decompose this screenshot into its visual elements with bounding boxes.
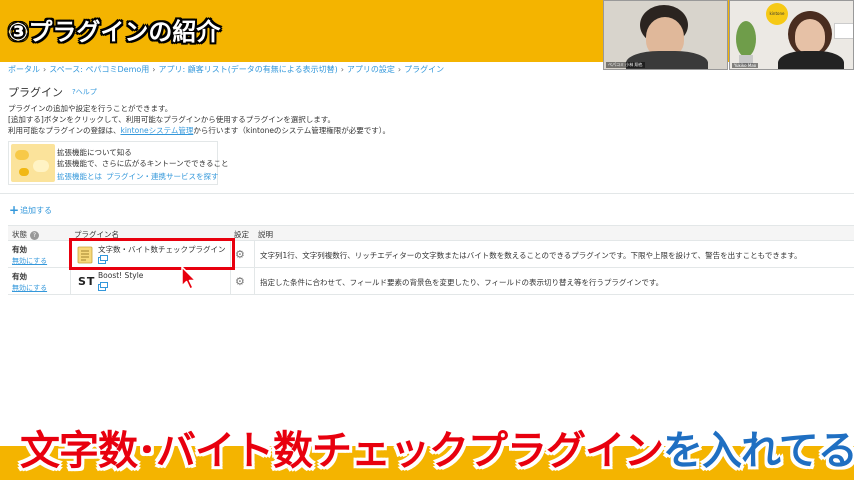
caption-text: 文字数･バイト数チェックプラグインを入れてる [20,418,854,476]
breadcrumb-app[interactable]: アプリ: 顧客リスト(データの有無による表示切替) [158,65,337,74]
gear-icon[interactable]: ⚙ [235,248,245,261]
status-enabled: 有効 [12,272,27,281]
status-enabled: 有効 [12,245,27,254]
breadcrumb-separator: › [43,65,47,74]
header-description: 説明 [258,230,273,239]
breadcrumb-space[interactable]: スペース: ペパコミDemo用 [49,65,149,74]
plugin-description: 指定した条件に合わせて、フィールド要素の背景色を変更したり、フィールドの表示切り… [260,278,664,287]
plant-decoration [736,21,756,57]
person-face [795,19,825,53]
info-text: 拡張機能で、さらに広がるキントーンでできること [57,159,229,168]
breadcrumb: ポータル › スペース: ペパコミDemo用 › アプリ: 顧客リスト(データの有無によ… [8,64,444,75]
header-settings: 設定 [234,230,249,239]
description-line-2: [追加する]ボタンをクリックして、利用可能なプラグインから使用するプラグインを選… [8,115,335,124]
breadcrumb-separator: › [397,65,402,74]
divider [0,193,854,194]
video-tile-right: kintone Yukiko Mao [729,0,854,70]
mouse-cursor-icon [181,266,197,290]
description-text: 利用可能なプラグインの登録は、 [8,126,121,135]
kintone-lamp: kintone [766,3,788,25]
disable-link[interactable]: 無効にする [12,256,47,266]
breadcrumb-portal[interactable]: ポータル [8,65,40,74]
gear-icon[interactable]: ⚙ [235,275,245,288]
extension-info-box: 拡張機能について知る 拡張機能で、さらに広がるキントーンでできること 拡張機能と… [8,141,228,185]
question-icon[interactable]: ? [30,231,39,240]
wall-poster [834,23,853,39]
caption-highlight: 文字数･バイト数チェックプラグイン [20,428,664,474]
external-window-icon[interactable] [98,282,108,291]
person-shirt [778,51,844,69]
disable-link[interactable]: 無効にする [12,283,47,293]
description-line-3: 利用可能なプラグインの登録は、kintoneシステム管理から行います（kinto… [8,125,390,136]
breadcrumb-current: プラグイン [404,65,445,74]
table-row: 有効 無効にする ST Boost! Style ⚙ 指定した条件に合わせて、フ… [8,268,854,295]
header-status: 状態? [12,229,39,240]
boost-style-logo: ST [78,275,96,288]
caption-tail: を入れてる [663,428,854,474]
add-plugin-button[interactable]: +追加する [9,203,52,217]
description-line-1: プラグインの追加や設定を行うことができます。 [8,104,173,113]
plugin-description: 文字列1行、文字列複数行、リッチエディターの文字数またはバイト数を数えることので… [260,251,802,260]
add-plugin-label: 追加する [20,206,53,215]
help-link[interactable]: ?ヘルプ [72,87,97,97]
breadcrumb-separator: › [152,65,156,74]
page-title: プラグイン [8,86,63,99]
video-name-label: Yukiko Mao [732,63,759,68]
plus-icon: + [9,203,20,217]
video-tile-left: ぺパコミ 小林 翔也 [603,0,728,70]
system-admin-link[interactable]: kintoneシステム管理 [121,126,194,135]
info-title: 拡張機能について知る [57,148,132,157]
breadcrumb-separator: › [340,65,344,74]
highlight-box [69,238,235,270]
video-name-label: ぺパコミ 小林 翔也 [606,62,645,68]
find-plugins-link[interactable]: プラグイン・連携サービスを探す [106,171,219,182]
banner-title: ③プラグインの紹介 [8,18,221,46]
breadcrumb-app-settings[interactable]: アプリの設定 [347,65,395,74]
about-extensions-link[interactable]: 拡張機能とは [57,171,102,182]
plugin-name[interactable]: Boost! Style [98,271,143,280]
description-text: から行います（kintoneのシステム管理権限が必要です）。 [193,126,390,135]
extension-illustration [11,144,55,182]
